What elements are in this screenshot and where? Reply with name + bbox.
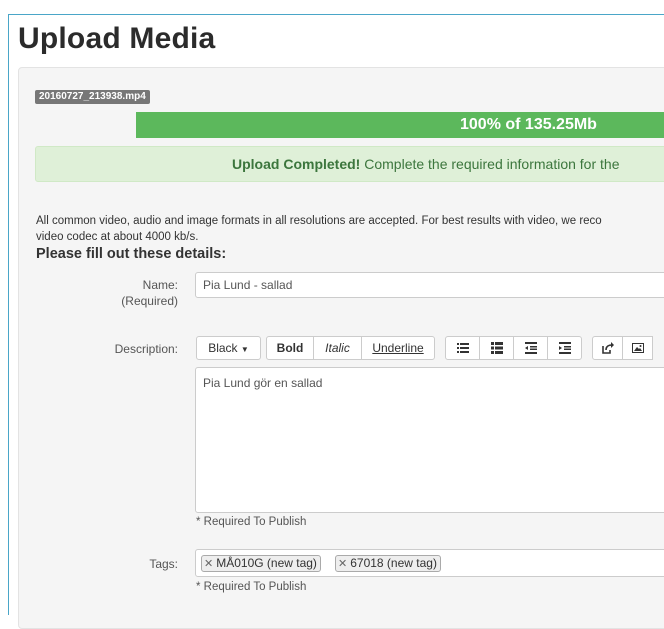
outdent-icon: [524, 342, 537, 354]
filename-badge: 20160727_213938.mp4: [35, 90, 150, 104]
link-icon: [601, 342, 614, 354]
format-info-text: All common video, audio and image format…: [36, 215, 602, 243]
bold-button[interactable]: Bold: [266, 336, 314, 360]
description-value: Pia Lund gör en sallad: [203, 376, 323, 390]
alert-bold-text: Upload Completed!: [232, 156, 361, 172]
remove-tag-icon[interactable]: ✕: [338, 558, 347, 570]
name-input-value: Pia Lund - sallad: [203, 278, 293, 292]
tag-chip[interactable]: ✕ MÅ010G (new tag): [201, 555, 321, 572]
link-button[interactable]: [592, 336, 623, 360]
outdent-button[interactable]: [513, 336, 548, 360]
remove-tag-icon[interactable]: ✕: [204, 558, 213, 570]
upload-progress-bar: 100% of 135.25Mb: [136, 112, 664, 138]
name-input[interactable]: Pia Lund - sallad: [195, 272, 664, 298]
ordered-list-icon: [490, 342, 503, 354]
indent-button[interactable]: [547, 336, 582, 360]
page-title: Upload Media: [18, 22, 216, 55]
name-required-text: (Required): [121, 294, 178, 308]
ordered-list-button[interactable]: [479, 336, 514, 360]
tags-input[interactable]: ✕ MÅ010G (new tag) ✕ 67018 (new tag): [195, 549, 664, 577]
description-textarea[interactable]: Pia Lund gör en sallad: [195, 367, 664, 513]
tag-label: 67018 (new tag): [350, 556, 437, 570]
color-dropdown-label: Black: [208, 341, 238, 355]
indent-icon: [558, 342, 571, 354]
name-label-text: Name:: [142, 278, 178, 292]
description-label: Description:: [114, 342, 178, 356]
color-dropdown[interactable]: Black ▼: [196, 336, 261, 360]
details-section-title: Please fill out these details:: [36, 246, 227, 262]
alert-body-text: Complete the required information for th…: [360, 156, 620, 172]
description-required-note: * Required To Publish: [196, 516, 307, 528]
progress-text: 100% of 135.25Mb: [460, 116, 597, 133]
tag-chip[interactable]: ✕ 67018 (new tag): [335, 555, 441, 572]
alert-message: Upload Completed! Complete the required …: [232, 156, 619, 172]
upload-complete-alert: Upload Completed! Complete the required …: [35, 146, 664, 182]
tags-label: Tags:: [149, 557, 178, 571]
unordered-list-icon: [456, 343, 469, 353]
name-label: Name: (Required): [80, 277, 178, 309]
tag-label: MÅ010G (new tag): [216, 556, 317, 570]
italic-button[interactable]: Italic: [313, 336, 362, 360]
image-button[interactable]: [622, 336, 653, 360]
unordered-list-button[interactable]: [445, 336, 480, 360]
tags-required-note: * Required To Publish: [196, 581, 307, 593]
image-icon: [631, 343, 644, 353]
underline-button[interactable]: Underline: [361, 336, 435, 360]
caret-down-icon: ▼: [240, 345, 249, 354]
